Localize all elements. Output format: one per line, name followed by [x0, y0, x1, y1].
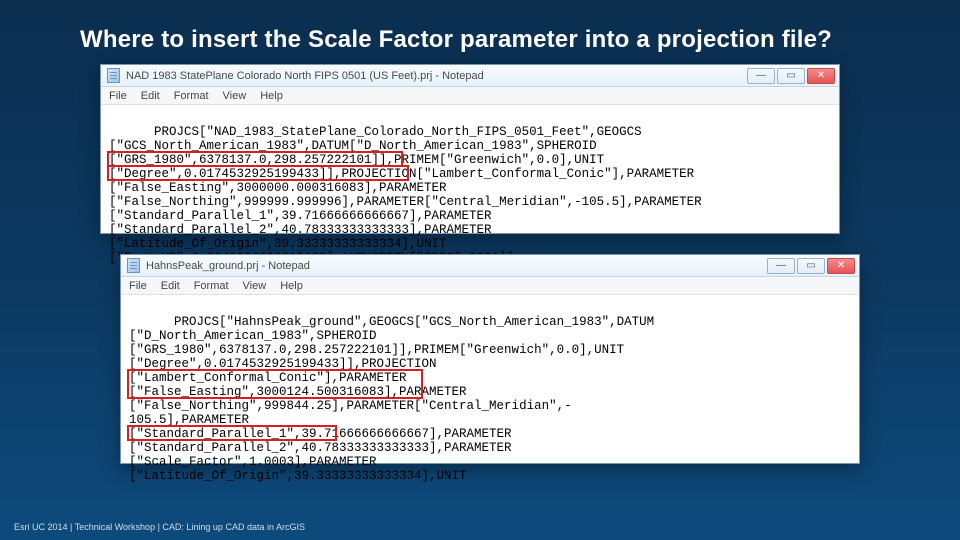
window-title: NAD 1983 StatePlane Colorado North FIPS …: [126, 70, 484, 82]
slide-footer: Esri UC 2014 | Technical Workshop | CAD:…: [14, 522, 305, 532]
window-title: HahnsPeak_ground.prj - Notepad: [146, 260, 310, 272]
code-text: PROJCS["NAD_1983_StatePlane_Colorado_Nor…: [109, 125, 702, 265]
menu-view[interactable]: View: [223, 90, 247, 102]
notepad-icon: [127, 258, 140, 273]
menu-help[interactable]: Help: [280, 280, 303, 292]
menu-format[interactable]: Format: [174, 90, 209, 102]
code-text: PROJCS["HahnsPeak_ground",GEOGCS["GCS_No…: [129, 315, 654, 483]
menu-file[interactable]: File: [109, 90, 127, 102]
editor-content[interactable]: PROJCS["HahnsPeak_ground",GEOGCS["GCS_No…: [121, 295, 859, 533]
menu-view[interactable]: View: [243, 280, 267, 292]
minimize-button[interactable]: —: [747, 68, 775, 84]
menubar: File Edit Format View Help: [121, 277, 859, 295]
slide-title: Where to insert the Scale Factor paramet…: [80, 26, 900, 54]
menu-help[interactable]: Help: [260, 90, 283, 102]
notepad-window-2: HahnsPeak_ground.prj - Notepad — ▭ ✕ Fil…: [120, 254, 860, 464]
menu-format[interactable]: Format: [194, 280, 229, 292]
titlebar: HahnsPeak_ground.prj - Notepad — ▭ ✕: [121, 255, 859, 277]
maximize-button[interactable]: ▭: [797, 258, 825, 274]
close-button[interactable]: ✕: [827, 258, 855, 274]
titlebar: NAD 1983 StatePlane Colorado North FIPS …: [101, 65, 839, 87]
maximize-button[interactable]: ▭: [777, 68, 805, 84]
menu-edit[interactable]: Edit: [161, 280, 180, 292]
menu-edit[interactable]: Edit: [141, 90, 160, 102]
notepad-window-1: NAD 1983 StatePlane Colorado North FIPS …: [100, 64, 840, 234]
close-button[interactable]: ✕: [807, 68, 835, 84]
menu-file[interactable]: File: [129, 280, 147, 292]
menubar: File Edit Format View Help: [101, 87, 839, 105]
notepad-icon: [107, 68, 120, 83]
minimize-button[interactable]: —: [767, 258, 795, 274]
